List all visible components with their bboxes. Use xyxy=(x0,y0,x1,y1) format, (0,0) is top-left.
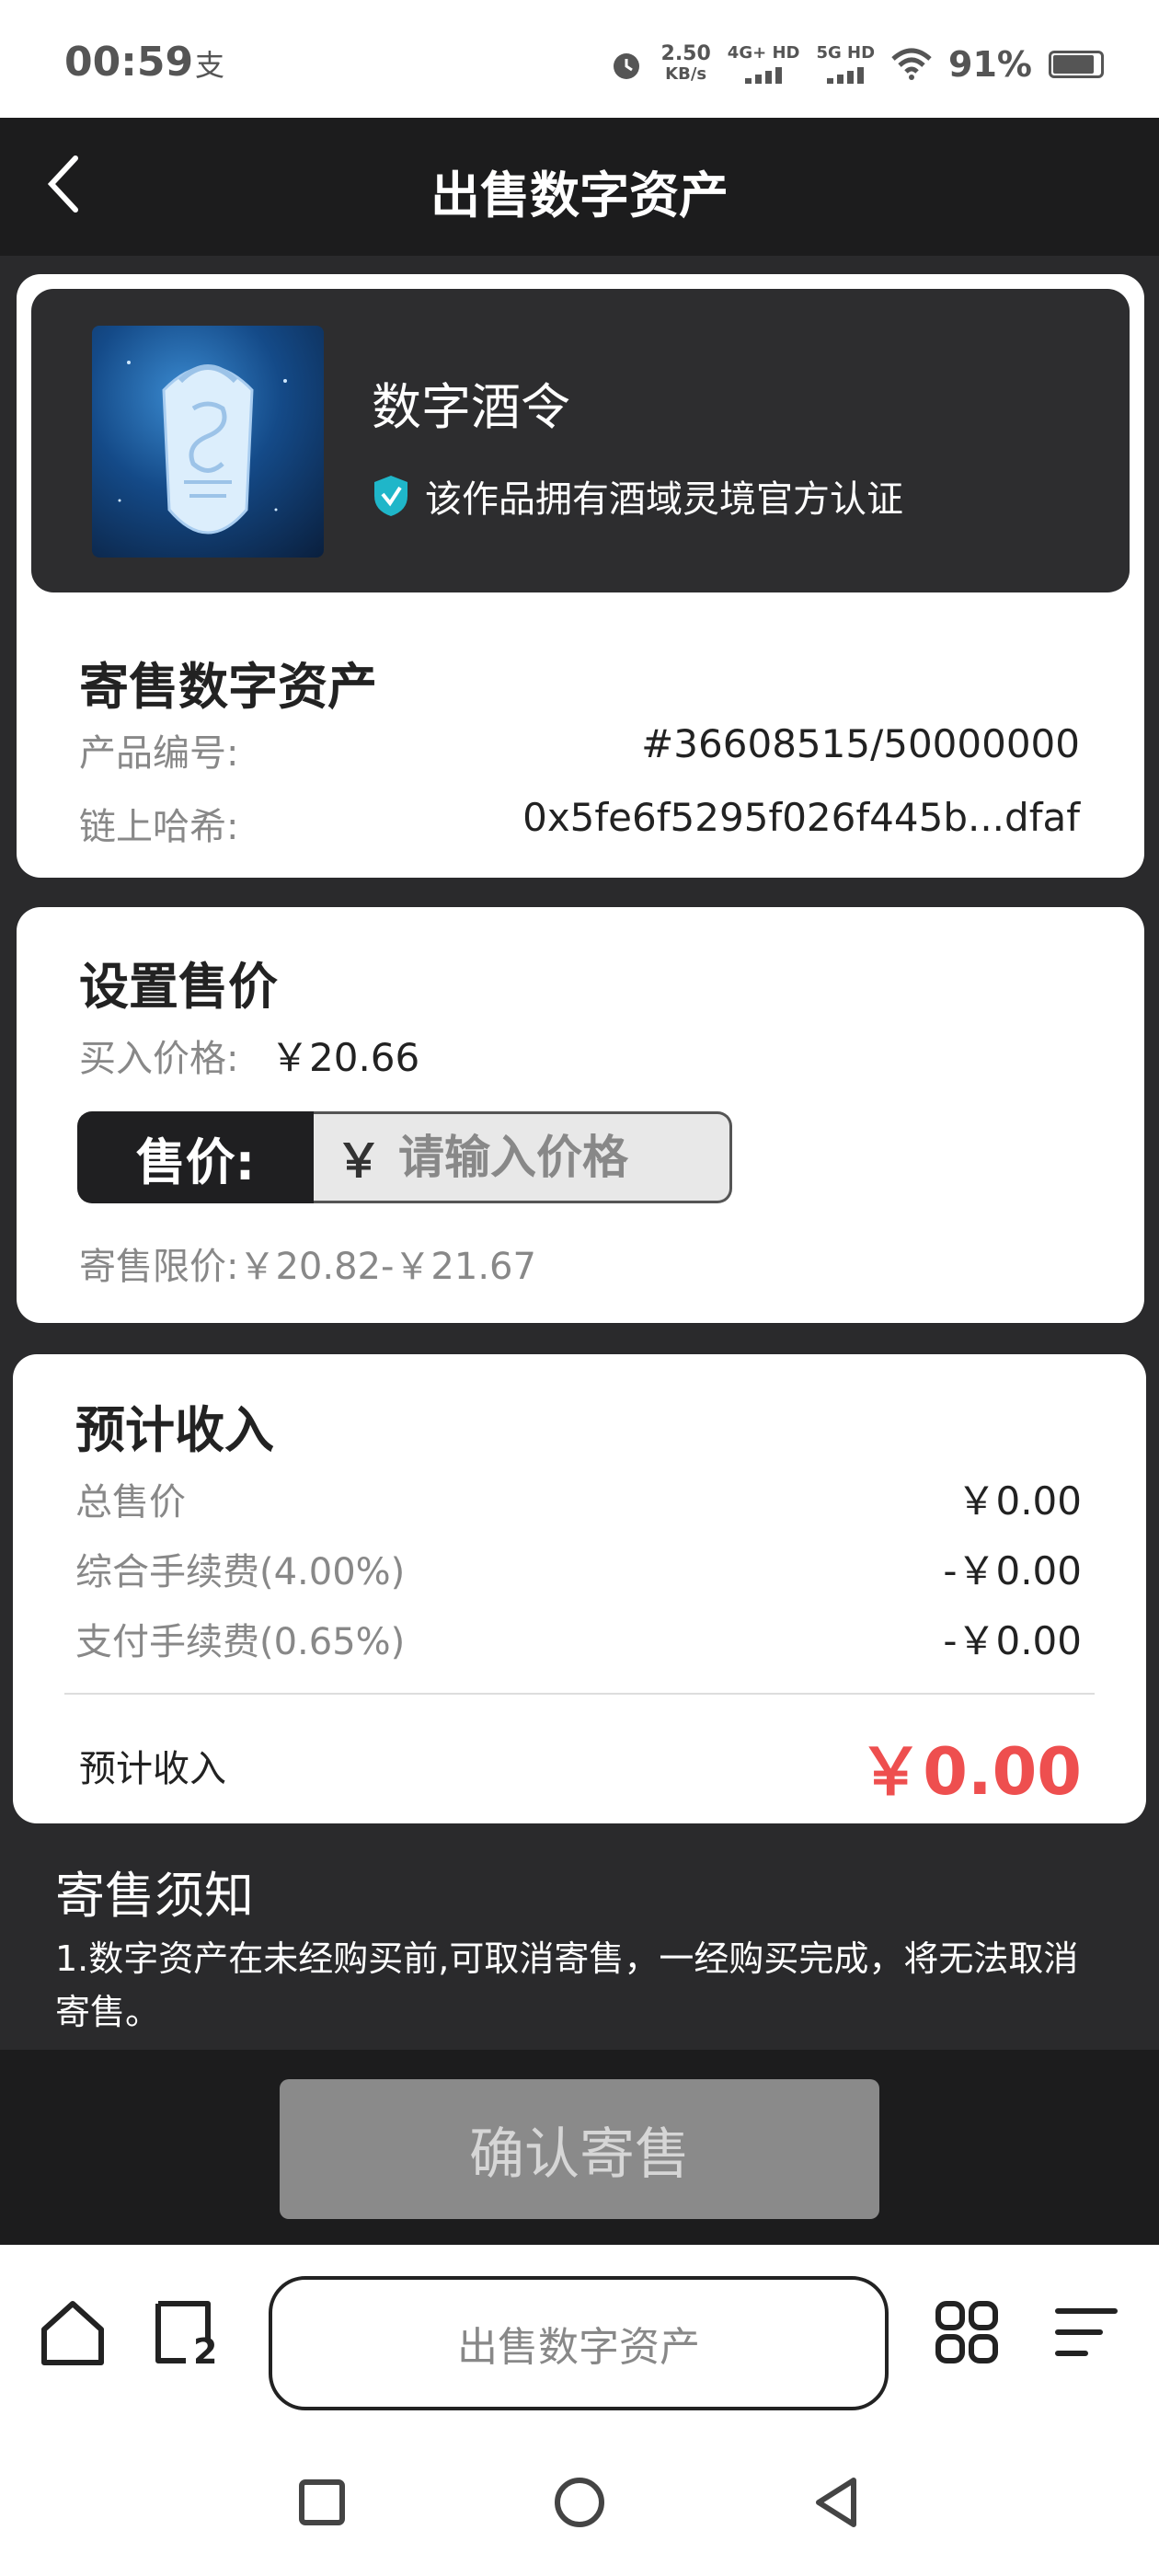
pricing-section-title: 设置售价 xyxy=(79,958,278,1016)
sell-price-field[interactable]: ￥ xyxy=(314,1111,732,1203)
buy-price-label: 买入价格: xyxy=(79,1038,239,1080)
confirm-consign-button[interactable]: 确认寄售 xyxy=(280,2079,879,2219)
sell-price-row: 售价: ￥ xyxy=(77,1111,732,1203)
tabs-button[interactable]: 2 xyxy=(147,2291,230,2374)
speed-unit: KB/s xyxy=(665,64,707,84)
signal-5g-icon: 5G HD xyxy=(816,45,875,84)
back-nav-button[interactable] xyxy=(798,2464,876,2541)
income-section-title: 预计收入 xyxy=(75,1401,274,1459)
network-speed: 2.50 KB/s xyxy=(661,44,711,85)
app-header: 出售数字资产 xyxy=(0,118,1159,256)
signal-5g-label: 5G HD xyxy=(816,43,876,63)
income-row-value: ￥0.00 xyxy=(957,1478,1082,1524)
square-icon xyxy=(299,2479,345,2525)
asset-card: 数字酒令 该作品拥有酒域灵境官方认证 寄售数字资产 产品编号: #3660851… xyxy=(17,274,1144,878)
verification-row: 该作品拥有酒域灵境官方认证 xyxy=(372,469,903,523)
home-nav-button[interactable] xyxy=(541,2464,618,2541)
system-nav-bar xyxy=(0,2429,1159,2576)
battery-percent: 91% xyxy=(948,44,1032,85)
address-bar[interactable]: 出售数字资产 xyxy=(269,2276,889,2410)
menu-icon xyxy=(1055,2308,1118,2356)
sell-price-input[interactable] xyxy=(398,1131,729,1184)
asset-image xyxy=(92,326,324,558)
menu-button[interactable] xyxy=(1045,2291,1128,2374)
home-icon xyxy=(41,2301,104,2365)
verification-text: 该作品拥有酒域灵境官方认证 xyxy=(425,478,903,521)
browser-toolbar: 2 出售数字资产 xyxy=(0,2245,1159,2429)
signal-4g-label: 4G+ HD xyxy=(727,43,800,63)
action-bar: 确认寄售 xyxy=(0,2050,1159,2245)
total-income-label: 预计收入 xyxy=(79,1748,226,1790)
notice-text: 1.数字资产在未经购买前,可取消寄售，一经购买完成，将无法取消寄售。 xyxy=(55,1938,1079,2032)
income-row-label: 总售价 xyxy=(75,1481,186,1524)
currency-symbol: ￥ xyxy=(336,1134,382,1188)
pricing-card: 设置售价 买入价格: ￥20.66 售价: ￥ 寄售限价:￥20.82-￥21.… xyxy=(17,907,1144,1323)
income-card: 预计收入 总售价 ￥0.00 综合手续费(4.00%) -￥0.00 支付手续费… xyxy=(13,1354,1146,1823)
alipay-icon: 支 xyxy=(195,48,225,83)
jade-token-image xyxy=(118,361,287,535)
income-row-label: 支付手续费(0.65%) xyxy=(75,1621,406,1663)
battery-icon xyxy=(1049,51,1104,78)
asset-summary: 数字酒令 该作品拥有酒域灵境官方认证 xyxy=(31,289,1130,592)
hash-value[interactable]: 0x5fe6f5295f026f445b...dfaf xyxy=(522,795,1080,840)
income-row-value: -￥0.00 xyxy=(943,1618,1082,1663)
income-row-label: 综合手续费(4.00%) xyxy=(75,1551,406,1593)
buy-price-value: ￥20.66 xyxy=(270,1035,420,1080)
tabs-icon xyxy=(155,2301,211,2363)
speed-value: 2.50 xyxy=(660,42,711,65)
alarm-icon xyxy=(613,53,639,79)
verified-shield-icon xyxy=(374,476,407,516)
status-icons: 2.50 KB/s 4G+ HD 5G HD 91% xyxy=(608,37,1104,92)
hash-label: 链上哈希: xyxy=(79,806,239,848)
wifi-icon xyxy=(891,48,932,80)
income-divider xyxy=(64,1693,1095,1695)
triangle-back-icon xyxy=(816,2478,856,2527)
product-no-value: #36608515/50000000 xyxy=(641,721,1080,766)
total-income-value: ￥0.00 xyxy=(858,1734,1082,1810)
product-no-label: 产品编号: xyxy=(79,732,239,775)
asset-name: 数字酒令 xyxy=(372,378,570,436)
apps-button[interactable] xyxy=(925,2291,1008,2374)
status-time: 00:59 xyxy=(64,39,194,86)
income-row-value: -￥0.00 xyxy=(943,1548,1082,1593)
notice-title: 寄售须知 xyxy=(55,1867,254,1925)
main-content[interactable]: 数字酒令 该作品拥有酒域灵境官方认证 寄售数字资产 产品编号: #3660851… xyxy=(0,256,1159,2050)
home-button[interactable] xyxy=(31,2291,114,2374)
page-title: 出售数字资产 xyxy=(430,167,729,224)
recents-button[interactable] xyxy=(283,2464,361,2541)
consign-section-title: 寄售数字资产 xyxy=(79,658,377,716)
price-limit-text: 寄售限价:￥20.82-￥21.67 xyxy=(79,1246,536,1288)
signal-4g-icon: 4G+ HD xyxy=(727,43,800,84)
tab-count: 2 xyxy=(193,2331,218,2372)
status-bar: 00:59 支 2.50 KB/s 4G+ HD 5G HD 91% xyxy=(0,0,1159,118)
grid-icon xyxy=(935,2301,998,2363)
circle-icon xyxy=(555,2478,604,2527)
sell-price-label: 售价: xyxy=(77,1111,314,1203)
